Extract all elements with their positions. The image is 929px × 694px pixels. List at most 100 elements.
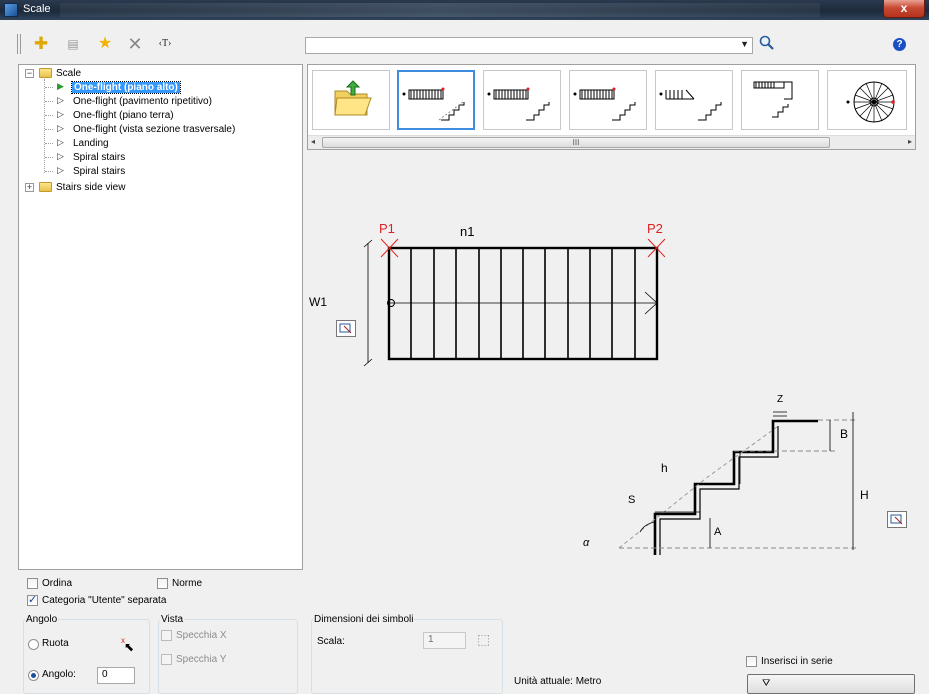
stair-icon: ▷ [57, 165, 64, 175]
folder-up-icon [334, 80, 372, 116]
categoria-checkbox[interactable] [27, 593, 38, 606]
list-icon[interactable]: ▤ [64, 35, 82, 53]
folder-icon [39, 68, 52, 78]
vista-group-title: Vista [160, 614, 185, 625]
title-bar: Scale x [0, 0, 929, 20]
label-p1: P1 [379, 221, 395, 236]
insert-button[interactable]: ⛛ [747, 674, 915, 694]
thumbnail-spiral-stairs[interactable] [827, 70, 907, 130]
label-s: S [628, 494, 636, 506]
label-z: Z [777, 394, 784, 405]
collapse-icon[interactable]: − [25, 69, 34, 78]
toolbar: ✚ ▤ ★ ✕ ‹T› ▼ ? [0, 20, 929, 64]
preview-area: P1 n1 P2 W1 Z B h H S A α [307, 150, 916, 570]
stair-icon: ▷ [57, 151, 64, 161]
tree-item-spiral-stairs-2[interactable]: Spiral stairs [73, 165, 125, 178]
category-tree[interactable]: − Scale ▶ One-flight (piano alto) ▷ One-… [18, 64, 303, 570]
thumbnail-one-flight-sezione[interactable] [655, 70, 733, 130]
stair-thumbnail-icon [573, 87, 636, 121]
stair-thumbnail-icon [487, 87, 550, 121]
tree-item-one-flight-piano-alto[interactable]: One-flight (piano alto) [71, 81, 181, 94]
search-icon[interactable] [758, 34, 776, 52]
tree-item-landing[interactable]: Landing [73, 137, 109, 150]
specchia-y-label: Specchia Y [176, 654, 227, 665]
inserisci-label: Inserisci in serie [761, 656, 833, 667]
categoria-label: Categoria "Utente" separata [42, 595, 167, 606]
scroll-left-icon[interactable]: ◂ [311, 137, 315, 146]
tree-connector [45, 171, 53, 172]
stair-icon: ▷ [57, 95, 64, 105]
ruota-label: Ruota [42, 638, 69, 649]
app-icon [4, 3, 18, 17]
landing-thumbnail-icon [753, 81, 793, 118]
thumbnail-landing[interactable] [741, 70, 819, 130]
inserisci-checkbox[interactable] [746, 656, 757, 667]
tree-item-one-flight-sezione[interactable]: One-flight (vista sezione trasversale) [73, 123, 235, 136]
insert-icon: ⛛ [762, 678, 771, 689]
spiral-thumbnail-icon [846, 81, 895, 123]
ruota-radio[interactable] [28, 639, 39, 650]
close-button[interactable]: x [883, 0, 925, 18]
delete-icon[interactable]: ✕ [126, 35, 144, 53]
help-icon[interactable]: ? [893, 38, 906, 51]
expand-icon[interactable]: + [25, 183, 34, 192]
tree-root-scale[interactable]: Scale [56, 67, 81, 80]
label-b: B [840, 427, 849, 441]
stair-icon: ▷ [57, 109, 64, 119]
angolo-radio[interactable] [28, 670, 39, 681]
norme-checkbox[interactable] [157, 578, 168, 589]
tree-item-spiral-stairs[interactable]: Spiral stairs [73, 151, 125, 164]
tree-connector [44, 79, 45, 173]
stair-preview-drawing [363, 238, 857, 555]
tree-root-stairs-side-view[interactable]: Stairs side view [56, 181, 125, 194]
stair-icon: ▷ [57, 123, 64, 133]
angolo-label: Angolo: [42, 669, 76, 680]
label-w1: W1 [309, 295, 327, 309]
tree-connector [45, 157, 53, 158]
specchia-x-label: Specchia X [176, 630, 227, 641]
pick-dimension-icon [890, 514, 903, 525]
tree-connector [45, 101, 53, 102]
angolo-input[interactable]: 0 [97, 667, 135, 684]
tree-item-one-flight-pavimento[interactable]: One-flight (pavimento ripetitivo) [73, 95, 212, 108]
norme-label: Norme [172, 578, 203, 589]
thumbnail-folder-up[interactable] [312, 70, 390, 130]
plan-pick-button[interactable] [336, 320, 356, 337]
thumbnail-scrollbar[interactable]: ◂ III ▸ [308, 135, 915, 149]
label-h-big: H [860, 488, 869, 502]
scala-label: Scala: [317, 636, 345, 647]
dropdown-arrow-icon[interactable]: ▼ [740, 39, 749, 49]
section-pick-button[interactable] [887, 511, 907, 528]
stair-icon: ▷ [57, 137, 64, 147]
thumbnail-one-flight-terra[interactable] [569, 70, 647, 130]
specchia-x-checkbox[interactable] [161, 630, 172, 641]
favorite-star-icon[interactable]: ★ [96, 35, 114, 53]
stair-thumbnail-icon [659, 89, 722, 121]
stair-selected-icon: ▶ [57, 81, 64, 91]
ordina-checkbox[interactable] [27, 578, 38, 589]
specchia-y-checkbox[interactable] [161, 654, 172, 665]
tree-item-label: One-flight (piano alto) [71, 81, 181, 94]
pick-dimension-icon [339, 323, 352, 334]
ordina-label: Ordina [42, 578, 73, 589]
dimensioni-group [311, 619, 503, 694]
scrollbar-thumb[interactable]: III [322, 137, 830, 148]
search-combobox[interactable]: ▼ [305, 37, 753, 54]
tree-item-one-flight-piano-terra[interactable]: One-flight (piano terra) [73, 109, 174, 122]
label-n1: n1 [460, 224, 475, 239]
tree-connector [45, 115, 53, 116]
toolbar-grip[interactable] [17, 34, 21, 54]
label-a: A [714, 526, 722, 538]
folder-icon [39, 182, 52, 192]
scala-pick-icon[interactable]: ⬚ [477, 631, 490, 648]
thumbnail-one-flight-ripetitivo[interactable] [483, 70, 561, 130]
thumbnail-one-flight-alto[interactable] [397, 70, 475, 130]
scala-input[interactable]: 1 [423, 632, 466, 649]
add-icon[interactable]: ✚ [32, 35, 50, 53]
title-bar-background [60, 3, 820, 17]
scroll-right-icon[interactable]: ▸ [908, 137, 912, 146]
label-alpha: α [583, 537, 590, 549]
label-h-small: h [661, 461, 668, 475]
text-tool-icon[interactable]: ‹T› [156, 35, 174, 53]
angolo-group-title: Angolo [25, 614, 59, 625]
